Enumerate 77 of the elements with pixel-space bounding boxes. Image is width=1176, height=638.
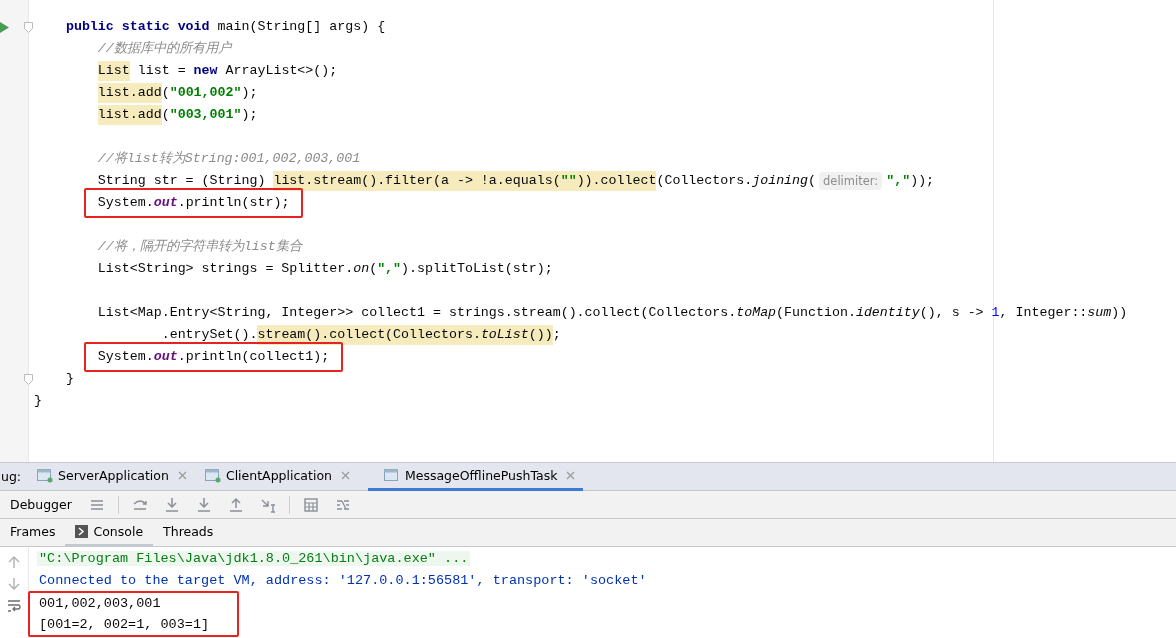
code-token: (Function. — [776, 304, 856, 322]
code-token: .entrySet(). — [161, 326, 258, 344]
code-token: System. — [97, 194, 154, 212]
down-arrow-icon[interactable] — [8, 577, 20, 591]
code-token: ); — [241, 106, 258, 124]
code-token: main(String[] args) { — [216, 18, 386, 36]
code-token: out — [153, 194, 178, 212]
console-line: 001,002,003,001 — [39, 596, 161, 611]
force-step-into-icon[interactable] — [195, 496, 212, 513]
view-tab[interactable]: Frames — [0, 519, 66, 547]
code-token: (), s -> — [919, 304, 985, 322]
up-arrow-icon[interactable] — [8, 555, 20, 569]
code-token: ( — [161, 106, 170, 124]
code-token: list = — [136, 62, 187, 80]
code-token: System. — [97, 348, 154, 366]
code-token: list.add — [97, 105, 162, 125]
code-token: )).collect — [576, 171, 657, 191]
code-token: ( — [808, 172, 817, 190]
console-line: [001=2, 002=1, 003=1] — [39, 617, 210, 632]
code-token: "003,001" — [169, 106, 242, 124]
code-token: } — [34, 392, 42, 410]
code-token: on — [353, 260, 370, 278]
panel-label: ug: — [0, 468, 22, 486]
code-token: "001,002" — [169, 84, 242, 102]
code-comment: //将list转为String:001,002,003,001 — [97, 150, 361, 168]
code-token: List<String> strings = Splitter. — [97, 260, 354, 278]
code-token: out — [153, 348, 178, 366]
code-token: 1 — [991, 304, 1000, 322]
view-tab[interactable]: Console — [65, 519, 154, 547]
code-token: sum — [1087, 304, 1112, 322]
code-token: } — [65, 370, 74, 388]
toolbar-label: Debugger — [10, 497, 72, 512]
code-token: ()) — [528, 325, 553, 345]
code-token: list.add — [97, 83, 162, 103]
code-token: toMap — [736, 304, 777, 322]
code-token: .println(collect1); — [177, 348, 330, 366]
code-comment: //将，隔开的字符串转为list集合 — [97, 238, 302, 256]
code-token: .println(str); — [177, 194, 290, 212]
code-token: "," — [886, 172, 911, 190]
console-line: Connected to the target VM, address: '127.0.0.1:56581', transport: 'socket' — [39, 572, 647, 588]
code-token: )); — [910, 172, 935, 190]
step-into-icon[interactable] — [163, 496, 180, 513]
fold-icon[interactable] — [24, 21, 33, 33]
code-token: "," — [377, 260, 402, 278]
run-tab[interactable]: ServerApplication — [37, 463, 195, 491]
code-token: ArrayList<>(); — [224, 62, 338, 80]
console-icon — [75, 525, 89, 538]
code-token: (Collectors. — [656, 172, 753, 190]
code-token: new — [193, 62, 218, 80]
code-token: String str = (String) — [97, 172, 267, 190]
code-token: ( — [161, 84, 170, 102]
code-token: ; — [552, 326, 561, 344]
code-token: , Integer:: — [999, 304, 1088, 322]
soft-wrap-icon[interactable] — [7, 599, 21, 613]
code-token: List — [97, 61, 130, 81]
code-token: ); — [241, 84, 258, 102]
run-tab[interactable]: ClientApplication — [204, 463, 358, 491]
parameter-hint: delimiter: — [819, 172, 883, 190]
code-comment: //数据库中的所有用户 — [97, 40, 231, 58]
run-icon[interactable] — [0, 21, 9, 33]
code-token: list.stream().filter(a -> !a.equals( — [273, 171, 561, 191]
code-token: ).splitToList(str); — [401, 260, 553, 278]
code-token: )) — [1111, 304, 1128, 322]
close-icon[interactable] — [177, 471, 187, 480]
code-token: identity — [855, 304, 920, 322]
code-token: public static void — [65, 18, 210, 36]
code-token: ( — [369, 260, 378, 278]
code-token: stream().collect(Collectors. — [257, 325, 481, 345]
fold-icon[interactable] — [24, 373, 33, 385]
calculator-icon[interactable] — [302, 496, 319, 513]
step-out-icon[interactable] — [227, 496, 244, 513]
close-icon[interactable] — [340, 471, 350, 480]
view-tab[interactable]: Threads — [153, 519, 224, 547]
code-token: toList — [480, 325, 529, 345]
code-token: List<Map.Entry<String, Integer>> collect1 = strings.stream().collect(Collectors. — [97, 304, 737, 322]
code-token: joining — [752, 172, 809, 190]
close-icon[interactable] — [566, 471, 576, 480]
